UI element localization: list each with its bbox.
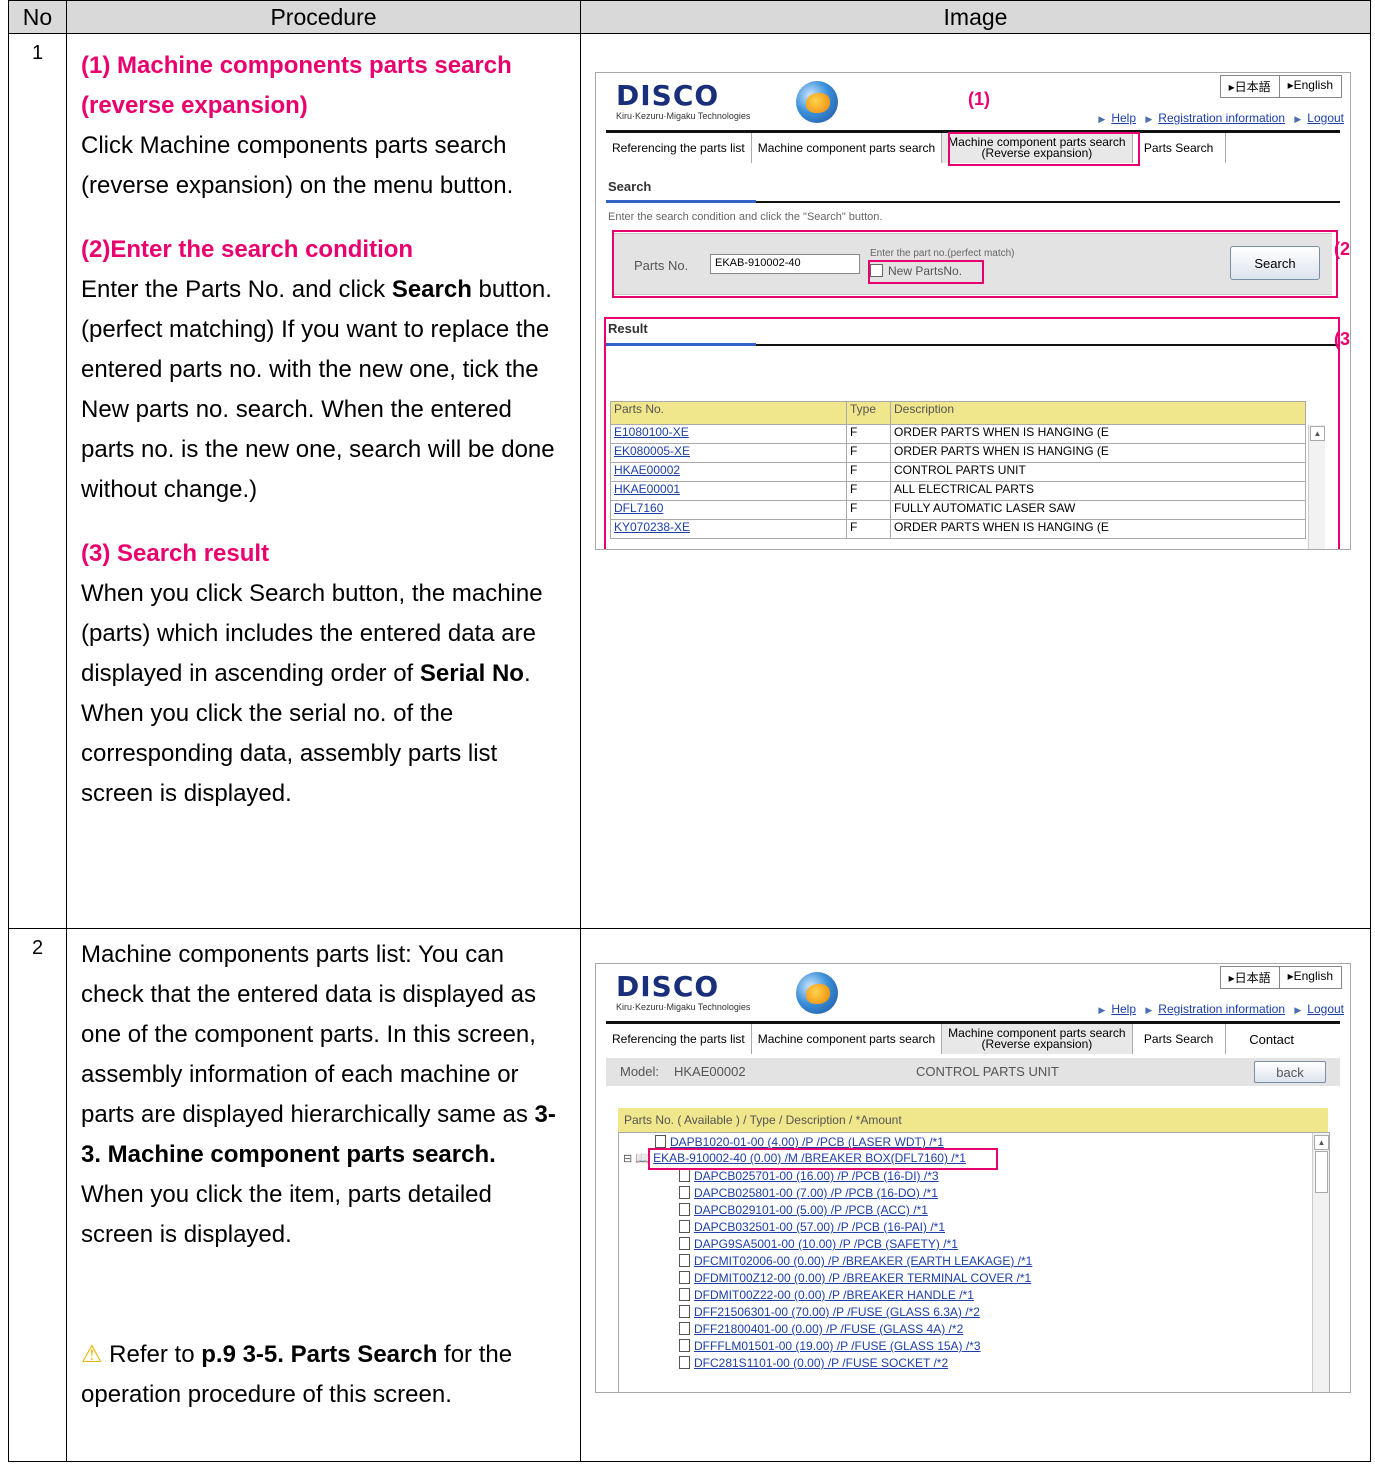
tree-item[interactable]: DFFFLM01501-00 (19.00) /P /FUSE (GLASS 1…: [679, 1339, 981, 1353]
step-heading: (1) Machine components parts search (rev…: [81, 52, 512, 119]
procedure-text: (1) Machine components parts search (rev…: [66, 33, 581, 929]
tree-item[interactable]: DAPB1020-01-00 (4.00) /P /PCB (LASER WDT…: [655, 1135, 944, 1149]
lang-english-link[interactable]: ▸English: [1278, 76, 1341, 97]
tree-item[interactable]: DAPCB025701-00 (16.00) /P /PCB (16-DI) /…: [679, 1169, 939, 1183]
logout-link[interactable]: Logout: [1307, 1002, 1344, 1016]
tab-referencing-parts-list[interactable]: Referencing the parts list: [606, 133, 752, 163]
tree-item[interactable]: DAPCB025801-00 (7.00) /P /PCB (16-DO) /*…: [679, 1186, 938, 1200]
tree-item[interactable]: DFF21800401-00 (0.00) /P /FUSE (GLASS 4A…: [679, 1322, 963, 1336]
scroll-thumb[interactable]: [1315, 1151, 1328, 1193]
chevron-up-icon[interactable]: ▲: [1314, 1135, 1329, 1150]
document-icon: [679, 1254, 690, 1267]
disco-logo: DISCO Kiru·Kezuru·Migaku Technologies: [616, 79, 751, 122]
document: No Procedure Image 1 (1) Machine compone…: [8, 0, 1371, 1462]
document-icon: [679, 1271, 690, 1284]
lang-japanese-link[interactable]: ▸日本語: [1221, 76, 1279, 97]
document-icon: [679, 1339, 690, 1352]
search-section-title: Search: [608, 179, 652, 194]
highlight-box: [868, 260, 984, 284]
registration-link[interactable]: Registration information: [1158, 111, 1285, 125]
disco-logo: DISCO Kiru·Kezuru·Migaku Technologies: [616, 970, 751, 1013]
document-icon: [679, 1305, 690, 1318]
tab-machine-component-search[interactable]: Machine component parts search: [752, 1024, 943, 1054]
header-image: Image: [580, 0, 1371, 34]
screenshot-parts-list: DISCO Kiru·Kezuru·Migaku Technologies ▸日…: [595, 963, 1351, 1393]
step-text: When you click the item, parts detailed …: [81, 1181, 492, 1248]
tab-referencing-parts-list[interactable]: Referencing the parts list: [606, 1024, 752, 1054]
screenshot-reverse-search: DISCO Kiru·Kezuru·Migaku Technologies ▸日…: [595, 72, 1351, 550]
top-links: ▶ Help ▶ Registration information ▶ Logout: [1098, 1002, 1344, 1016]
step-text: Enter the Parts No. and click Search but…: [81, 276, 555, 503]
image-cell: DISCO Kiru·Kezuru·Migaku Technologies ▸日…: [580, 928, 1371, 1462]
highlight-box: [948, 132, 1140, 166]
top-links: ▶ Help ▶ Registration information ▶ Logout: [1098, 111, 1344, 125]
tree-item[interactable]: DFDMIT00Z22-00 (0.00) /P /BREAKER HANDLE…: [679, 1288, 974, 1302]
search-instructions: Enter the search condition and click the…: [608, 211, 883, 223]
tree-item[interactable]: DFF21506301-00 (70.00) /P /FUSE (GLASS 6…: [679, 1305, 980, 1319]
header-procedure: Procedure: [66, 0, 581, 34]
tree-header: Parts No. ( Available ) / Type / Descrip…: [618, 1108, 1328, 1132]
document-icon: [679, 1288, 690, 1301]
lang-japanese-link[interactable]: ▸日本語: [1221, 967, 1279, 988]
document-icon: [679, 1356, 690, 1369]
model-value: HKAE00002: [674, 1064, 746, 1079]
model-label: Model:: [620, 1064, 660, 1079]
help-link[interactable]: Help: [1111, 111, 1136, 125]
menu-tabs: Referencing the parts list Machine compo…: [606, 1024, 1318, 1054]
document-icon: [679, 1237, 690, 1250]
highlight-box: [648, 1148, 998, 1170]
document-icon: [679, 1169, 690, 1182]
tree-item[interactable]: DFDMIT00Z12-00 (0.00) /P /BREAKER TERMIN…: [679, 1271, 1031, 1285]
header-no: No: [8, 0, 67, 34]
callout-label: (3): [1334, 329, 1351, 349]
tab-parts-search[interactable]: Parts Search: [1133, 1024, 1226, 1054]
row-number: 1: [8, 33, 67, 929]
document-icon: [655, 1135, 666, 1148]
step-heading: (2)Enter the search condition: [81, 236, 414, 263]
tab-reverse-expansion[interactable]: Machine component parts search (Reverse e…: [942, 1024, 1133, 1054]
document-icon: [679, 1203, 690, 1216]
help-link[interactable]: Help: [1111, 1002, 1136, 1016]
lang-english-link[interactable]: ▸English: [1278, 967, 1341, 988]
tree-item[interactable]: DAPG9SA5001-00 (10.00) /P /PCB (SAFETY) …: [679, 1237, 958, 1251]
tree-item[interactable]: DFCMIT02006-00 (0.00) /P /BREAKER (EARTH…: [679, 1254, 1032, 1268]
model-description: CONTROL PARTS UNIT: [916, 1064, 1059, 1079]
tab-machine-component-search[interactable]: Machine component parts search: [752, 133, 943, 163]
step-text: Click Machine components parts search (r…: [81, 132, 514, 199]
image-cell: DISCO Kiru·Kezuru·Migaku Technologies ▸日…: [580, 33, 1371, 929]
step-heading: (3) Search result: [81, 540, 270, 567]
logout-link[interactable]: Logout: [1307, 111, 1344, 125]
back-button[interactable]: back: [1254, 1061, 1326, 1083]
tree-item[interactable]: DAPCB029101-00 (5.00) /P /PCB (ACC) /*1: [679, 1203, 928, 1217]
step-text: Machine components parts list: You can c…: [81, 941, 556, 1168]
tree-scrollbar[interactable]: ▲: [1312, 1133, 1329, 1392]
globe-logo-icon: [796, 972, 838, 1014]
registration-link[interactable]: Registration information: [1158, 1002, 1285, 1016]
row-number: 2: [8, 928, 67, 1462]
tab-parts-search[interactable]: Parts Search: [1133, 133, 1226, 163]
document-icon: [679, 1322, 690, 1335]
tab-contact[interactable]: Contact: [1226, 1024, 1318, 1054]
globe-logo-icon: [796, 81, 838, 123]
language-switch: ▸日本語 ▸English: [1219, 75, 1342, 98]
tree-item[interactable]: DAPCB032501-00 (57.00) /P /PCB (16-PAI) …: [679, 1220, 945, 1234]
language-switch: ▸日本語 ▸English: [1219, 966, 1342, 989]
callout-label: (2): [1334, 239, 1351, 259]
model-bar: Model: HKAE00002 CONTROL PARTS UNIT back: [606, 1058, 1340, 1086]
document-icon: [679, 1220, 690, 1233]
highlight-box: [604, 317, 1340, 549]
procedure-table: No Procedure Image 1 (1) Machine compone…: [8, 0, 1371, 1462]
warning-icon: ⚠: [81, 1341, 103, 1368]
procedure-text: Machine components parts list: You can c…: [66, 928, 581, 1462]
step-text: When you click Search button, the machin…: [81, 580, 543, 807]
collapse-icon: ⊟: [623, 1153, 633, 1165]
warning-note: ⚠ Refer to p.9 3-5. Parts Search for the…: [81, 1341, 513, 1408]
parts-tree: DAPB1020-01-00 (4.00) /P /PCB (LASER WDT…: [618, 1132, 1330, 1392]
callout-label: (1): [968, 89, 990, 109]
document-icon: [679, 1186, 690, 1199]
tree-item[interactable]: DFC281S1101-00 (0.00) /P /FUSE SOCKET /*…: [679, 1356, 948, 1370]
